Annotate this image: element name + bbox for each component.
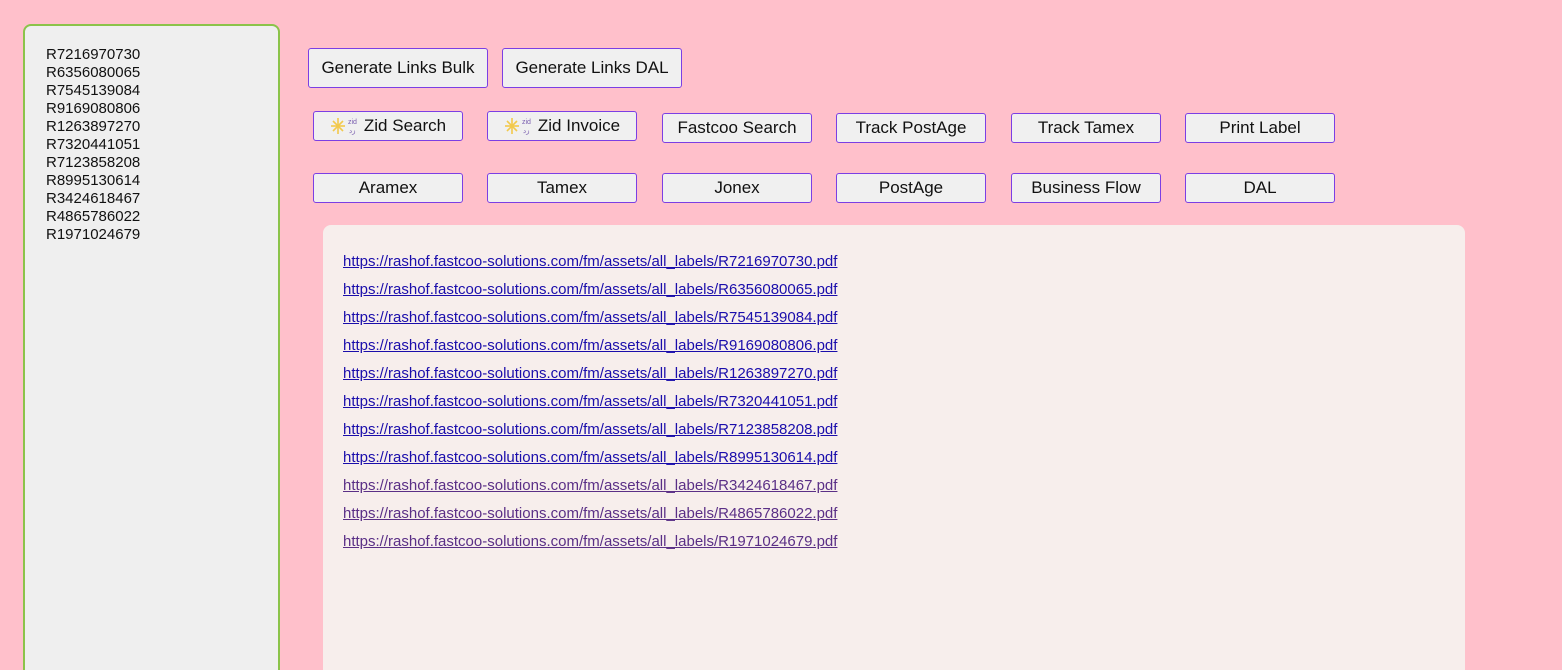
tracking-number-line: R6356080065 xyxy=(46,64,141,81)
link-item: https://rashof.fastcoo-solutions.com/fm/… xyxy=(343,472,1465,500)
link-item: https://rashof.fastcoo-solutions.com/fm/… xyxy=(343,276,1465,304)
label-pdf-link[interactable]: https://rashof.fastcoo-solutions.com/fm/… xyxy=(343,505,837,522)
label-pdf-link[interactable]: https://rashof.fastcoo-solutions.com/fm/… xyxy=(343,253,837,270)
link-item: https://rashof.fastcoo-solutions.com/fm/… xyxy=(343,360,1465,388)
print-label-button[interactable]: Print Label xyxy=(1185,113,1335,143)
generate-links-dal-button[interactable]: Generate Links DAL xyxy=(502,48,682,88)
label-pdf-link[interactable]: https://rashof.fastcoo-solutions.com/fm/… xyxy=(343,477,837,494)
label-pdf-link[interactable]: https://rashof.fastcoo-solutions.com/fm/… xyxy=(343,421,837,438)
tracking-number-line: R7216970730 xyxy=(46,46,141,63)
tracking-numbers-textarea[interactable]: R7216970730 R6356080065 R7545139084 R916… xyxy=(23,24,280,670)
label-pdf-link[interactable]: https://rashof.fastcoo-solutions.com/fm/… xyxy=(343,365,837,382)
zid-logo-icon: zid زد xyxy=(504,116,534,136)
tracking-number-line: R7545139084 xyxy=(46,82,141,99)
link-item: https://rashof.fastcoo-solutions.com/fm/… xyxy=(343,332,1465,360)
zid-invoice-button[interactable]: zid زد Zid Invoice xyxy=(487,111,637,141)
link-item: https://rashof.fastcoo-solutions.com/fm/… xyxy=(343,416,1465,444)
svg-text:zid: zid xyxy=(522,119,531,126)
link-item: https://rashof.fastcoo-solutions.com/fm/… xyxy=(343,444,1465,472)
tamex-button[interactable]: Tamex xyxy=(487,173,637,203)
link-item: https://rashof.fastcoo-solutions.com/fm/… xyxy=(343,528,1465,556)
zid-search-label: Zid Search xyxy=(363,116,447,135)
dal-button[interactable]: DAL xyxy=(1185,173,1335,203)
business-flow-button[interactable]: Business Flow xyxy=(1011,173,1161,203)
svg-text:زد: زد xyxy=(349,128,356,135)
link-item: https://rashof.fastcoo-solutions.com/fm/… xyxy=(343,500,1465,528)
tracking-number-line: R1971024679 xyxy=(46,226,141,243)
link-item: https://rashof.fastcoo-solutions.com/fm/… xyxy=(343,248,1465,276)
label-pdf-link[interactable]: https://rashof.fastcoo-solutions.com/fm/… xyxy=(343,449,837,466)
tracking-number-line: R7320441051 xyxy=(46,136,141,153)
generate-links-bulk-button[interactable]: Generate Links Bulk xyxy=(308,48,488,88)
link-item: https://rashof.fastcoo-solutions.com/fm/… xyxy=(343,304,1465,332)
postage-button[interactable]: PostAge xyxy=(836,173,986,203)
tracking-number-line: R1263897270 xyxy=(46,118,141,135)
aramex-button[interactable]: Aramex xyxy=(313,173,463,203)
svg-text:زد: زد xyxy=(523,128,530,135)
label-pdf-link[interactable]: https://rashof.fastcoo-solutions.com/fm/… xyxy=(343,281,837,298)
tracking-number-line: R9169080806 xyxy=(46,100,141,117)
page: R7216970730 R6356080065 R7545139084 R916… xyxy=(0,0,1562,670)
label-pdf-link[interactable]: https://rashof.fastcoo-solutions.com/fm/… xyxy=(343,337,837,354)
fastcoo-search-button[interactable]: Fastcoo Search xyxy=(662,113,812,143)
tracking-number-line: R4865786022 xyxy=(46,208,141,225)
link-item: https://rashof.fastcoo-solutions.com/fm/… xyxy=(343,388,1465,416)
tracking-number-line: R7123858208 xyxy=(46,154,141,171)
svg-text:zid: zid xyxy=(348,119,357,126)
label-pdf-link[interactable]: https://rashof.fastcoo-solutions.com/fm/… xyxy=(343,309,837,326)
label-pdf-link[interactable]: https://rashof.fastcoo-solutions.com/fm/… xyxy=(343,393,837,410)
zid-logo-icon: zid زد xyxy=(330,116,360,136)
tracking-number-line: R8995130614 xyxy=(46,172,141,189)
label-pdf-link[interactable]: https://rashof.fastcoo-solutions.com/fm/… xyxy=(343,533,837,550)
zid-search-button[interactable]: zid زد Zid Search xyxy=(313,111,463,141)
generated-links-panel: https://rashof.fastcoo-solutions.com/fm/… xyxy=(323,225,1465,670)
zid-invoice-label: Zid Invoice xyxy=(537,116,621,135)
track-postage-button[interactable]: Track PostAge xyxy=(836,113,986,143)
tracking-number-line: R3424618467 xyxy=(46,190,141,207)
jonex-button[interactable]: Jonex xyxy=(662,173,812,203)
track-tamex-button[interactable]: Track Tamex xyxy=(1011,113,1161,143)
